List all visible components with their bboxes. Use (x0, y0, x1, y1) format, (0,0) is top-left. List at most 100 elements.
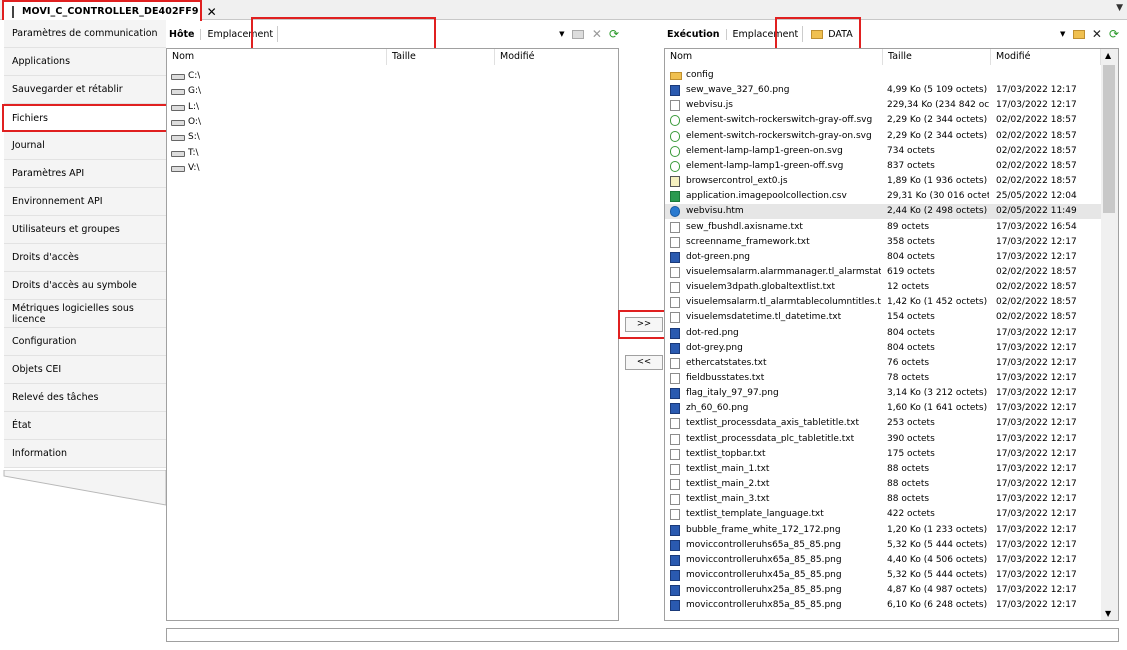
file-row[interactable]: flag_italy_97_97.png 3,14 Ko (3 212 octet… (665, 386, 1101, 401)
file-row[interactable]: browsercontrol_ext0.js 1,89 Ko (1 936 oct… (665, 174, 1101, 189)
drive-row[interactable]: C:\ (167, 69, 618, 84)
sidebar-item[interactable]: Configuration (4, 328, 166, 356)
file-row[interactable]: zh_60_60.png 1,60 Ko (1 641 octets) 17/03/… (665, 401, 1101, 416)
file-row[interactable]: webvisu.js 229,34 Ko (234 842 oct... 17/03… (665, 98, 1101, 113)
tab-device-editor[interactable]: MOVI_C_CONTROLLER_DE402FF9 ✕ (2, 0, 217, 21)
chevron-up-icon[interactable]: ▲ (1105, 51, 1111, 60)
file-name: webvisu.htm (686, 206, 744, 217)
file-row[interactable]: moviccontrolleruhx65a_85_85.png 4,40 Ko (… (665, 553, 1101, 568)
file-row[interactable]: element-switch-rockerswitch-gray-on.svg 2… (665, 129, 1101, 144)
file-name: textlist_main_3.txt (686, 494, 770, 505)
file-row[interactable]: visuelemsdatetime.tl_datetime.txt 154 oct… (665, 310, 1101, 325)
file-row[interactable]: webvisu.htm 2,44 Ko (2 498 octets) 02/05/2… (665, 204, 1101, 220)
file-row[interactable]: moviccontrolleruhs65a_85_85.png 5,32 Ko (… (665, 538, 1101, 553)
delete-icon[interactable]: ✕ (592, 27, 602, 41)
file-row[interactable]: textlist_main_3.txt 88 octets 17/03/2022 1… (665, 492, 1101, 507)
file-row[interactable]: dot-grey.png 804 octets 17/03/2022 12:17 (665, 341, 1101, 356)
sidebar-item[interactable]: Droits d'accès (4, 244, 166, 272)
file-row[interactable]: application.imagepoolcollection.csv 29,31… (665, 189, 1101, 204)
file-row[interactable]: textlist_template_language.txt 422 octets… (665, 507, 1101, 522)
sidebar-item[interactable]: Applications (4, 48, 166, 76)
file-row[interactable]: textlist_processdata_plc_tabletitle.txt 3… (665, 432, 1101, 447)
file-row[interactable]: dot-green.png 804 octets 17/03/2022 12:17 (665, 250, 1101, 265)
file-size: 804 octets (887, 342, 935, 353)
file-size: 4,99 Ko (5 109 octets) (887, 85, 988, 96)
refresh-icon[interactable]: ⟳ (1109, 27, 1119, 41)
sidebar-item[interactable]: État (4, 412, 166, 440)
sidebar-item[interactable]: Relevé des tâches (4, 384, 166, 412)
device-col-size[interactable]: Taille (883, 49, 991, 65)
chevron-down-icon[interactable]: ▼ (1116, 3, 1123, 13)
chevron-down-icon[interactable]: ▼ (1060, 30, 1065, 38)
file-row[interactable]: element-lamp-lamp1-green-off.svg 837 octe… (665, 159, 1101, 174)
sidebar-item[interactable]: Métriques logicielles sous licence (4, 300, 166, 328)
device-col-name[interactable]: Nom (665, 49, 883, 65)
drive-row[interactable]: V:\ (167, 161, 618, 176)
close-icon[interactable]: ✕ (207, 5, 217, 19)
sidebar-item[interactable]: Paramètres de communication (4, 20, 166, 48)
delete-icon[interactable]: ✕ (1092, 27, 1102, 41)
host-col-modified[interactable]: Modifié (495, 49, 618, 65)
file-row[interactable]: element-switch-rockerswitch-gray-off.svg… (665, 113, 1101, 128)
file-modified: 17/03/2022 12:17 (996, 100, 1077, 111)
drive-row[interactable]: L:\ (167, 100, 618, 115)
sidebar-item[interactable]: Journal (4, 132, 166, 160)
sidebar-item[interactable]: Fichiers (2, 104, 168, 132)
sidebar-item[interactable]: Paramètres API (4, 160, 166, 188)
file-modified: 17/03/2022 12:17 (996, 418, 1077, 429)
device-file-list[interactable]: Nom Taille Modifié config sew_wave_327_60… (664, 48, 1119, 621)
drive-row[interactable]: T:\ (167, 146, 618, 161)
file-modified: 17/03/2022 12:17 (996, 554, 1077, 565)
sidebar-item[interactable]: Environnement API (4, 188, 166, 216)
file-row[interactable]: textlist_main_2.txt 88 octets 17/03/2022 1… (665, 477, 1101, 492)
sidebar-item[interactable]: Droits d'accès au symbole (4, 272, 166, 300)
file-row[interactable]: bubble_frame_white_172_172.png 1,20 Ko (1… (665, 523, 1101, 538)
file-row[interactable]: sew_fbushdl.axisname.txt 89 octets 17/03/2… (665, 220, 1101, 235)
image-file-icon (670, 85, 680, 97)
file-row[interactable]: fieldbusstates.txt 78 octets 17/03/2022 12… (665, 371, 1101, 386)
sidebar-item[interactable]: Utilisateurs et groupes (4, 216, 166, 244)
sidebar-item[interactable]: Sauvegarder et rétablir (4, 76, 166, 104)
file-row[interactable]: textlist_topbar.txt 175 octets 17/03/2022 … (665, 447, 1101, 462)
chevron-down-icon[interactable]: ▼ (559, 30, 564, 38)
refresh-icon[interactable]: ⟳ (609, 27, 619, 41)
folder-icon[interactable] (572, 29, 584, 39)
file-name: browsercontrol_ext0.js (686, 176, 788, 187)
scrollbar-thumb[interactable] (1103, 65, 1115, 213)
file-row[interactable]: moviccontrolleruhx45a_85_85.png 5,32 Ko (… (665, 568, 1101, 583)
file-row[interactable]: ethercatstates.txt 76 octets 17/03/2022 12… (665, 356, 1101, 371)
file-size: 229,34 Ko (234 842 oct... (887, 100, 989, 111)
host-col-size[interactable]: Taille (387, 49, 495, 65)
host-col-name[interactable]: Nom (167, 49, 387, 65)
file-row[interactable]: textlist_processdata_axis_tabletitle.txt… (665, 416, 1101, 431)
sidebar-item[interactable]: Information (4, 440, 166, 468)
file-name: sew_wave_327_60.png (686, 85, 790, 96)
file-row[interactable]: screenname_framework.txt 358 octets 17/03/… (665, 235, 1101, 250)
device-col-modified[interactable]: Modifié (991, 49, 1101, 65)
folder-icon[interactable] (1073, 29, 1085, 39)
file-row[interactable]: visuelemsalarm.tl_alarmtablecolumntitles… (665, 295, 1101, 310)
file-row[interactable]: moviccontrolleruhx25a_85_85.png 4,87 Ko (… (665, 583, 1101, 598)
sidebar-item[interactable]: Objets CEI (4, 356, 166, 384)
drive-row[interactable]: O:\ (167, 115, 618, 130)
drive-row[interactable]: S:\ (167, 130, 618, 145)
drive-icon (171, 74, 185, 80)
file-row[interactable]: textlist_main_1.txt 88 octets 17/03/2022 1… (665, 462, 1101, 477)
file-modified: 02/02/2022 18:57 (996, 115, 1077, 126)
host-file-list[interactable]: Nom Taille Modifié C:\ G:\ L:\ O:\ S:\ T:\ V:\ (166, 48, 619, 621)
scrollbar[interactable]: ▲ ▼ (1101, 49, 1118, 620)
transfer-to-host-button[interactable]: << (625, 355, 663, 370)
file-row[interactable]: dot-red.png 804 octets 17/03/2022 12:17 (665, 326, 1101, 341)
file-row[interactable]: visuelemsalarm.alarmmanager.tl_alarmstat… (665, 265, 1101, 280)
file-row[interactable]: sew_wave_327_60.png 4,99 Ko (5 109 octets… (665, 83, 1101, 98)
file-row[interactable]: config (665, 68, 1101, 83)
sidebar: Paramètres de communication Applications S… (0, 20, 168, 505)
file-row[interactable]: visuelem3dpath.globaltextlist.txt 12 octe… (665, 280, 1101, 295)
file-modified: 02/02/2022 18:57 (996, 282, 1077, 293)
chevron-down-icon[interactable]: ▼ (1105, 609, 1111, 618)
drive-row[interactable]: G:\ (167, 84, 618, 99)
file-size: 5,32 Ko (5 444 octets) (887, 569, 988, 580)
file-row[interactable]: moviccontrolleruhx85a_85_85.png 6,10 Ko (… (665, 598, 1101, 613)
file-modified: 17/03/2022 12:17 (996, 251, 1077, 262)
file-row[interactable]: element-lamp-lamp1-green-on.svg 734 octet… (665, 144, 1101, 159)
